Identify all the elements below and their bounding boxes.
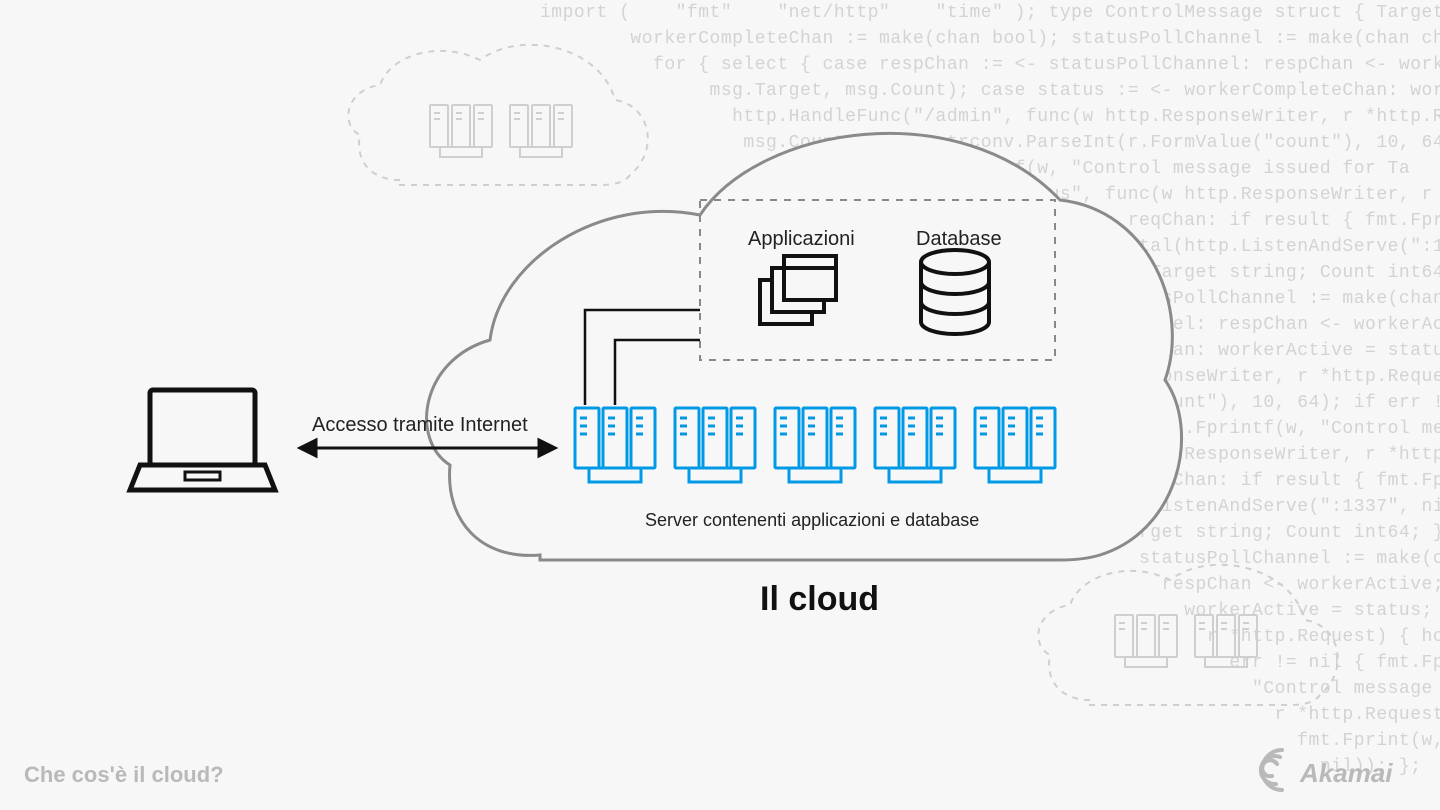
applications-icon: [760, 256, 836, 324]
inner-connectors: [585, 310, 700, 405]
server-row: [575, 408, 1055, 482]
svg-text:Akamai: Akamai: [1299, 758, 1393, 788]
label-applications: Applicazioni: [748, 228, 855, 251]
bg-cloud-bottom-right: [1038, 565, 1337, 705]
access-arrow: [300, 440, 555, 456]
main-cloud: [427, 133, 1182, 560]
laptop-icon: [130, 390, 275, 490]
brand-logo: Akamai: [1256, 744, 1416, 796]
apps-db-container: [700, 200, 1055, 360]
label-database: Database: [916, 228, 1002, 251]
code-background: import ( "fmt" "net/http" "time" ); type…: [540, 0, 1440, 810]
label-cloud-title: Il cloud: [760, 580, 879, 619]
diagram-canvas: [0, 0, 1440, 810]
bg-cloud-top-left: [348, 45, 647, 185]
database-icon: [921, 250, 989, 334]
label-access: Accesso tramite Internet: [312, 414, 528, 437]
footer-title: Che cos'è il cloud?: [24, 762, 224, 788]
label-servers-caption: Server contenenti applicazioni e databas…: [645, 510, 979, 531]
